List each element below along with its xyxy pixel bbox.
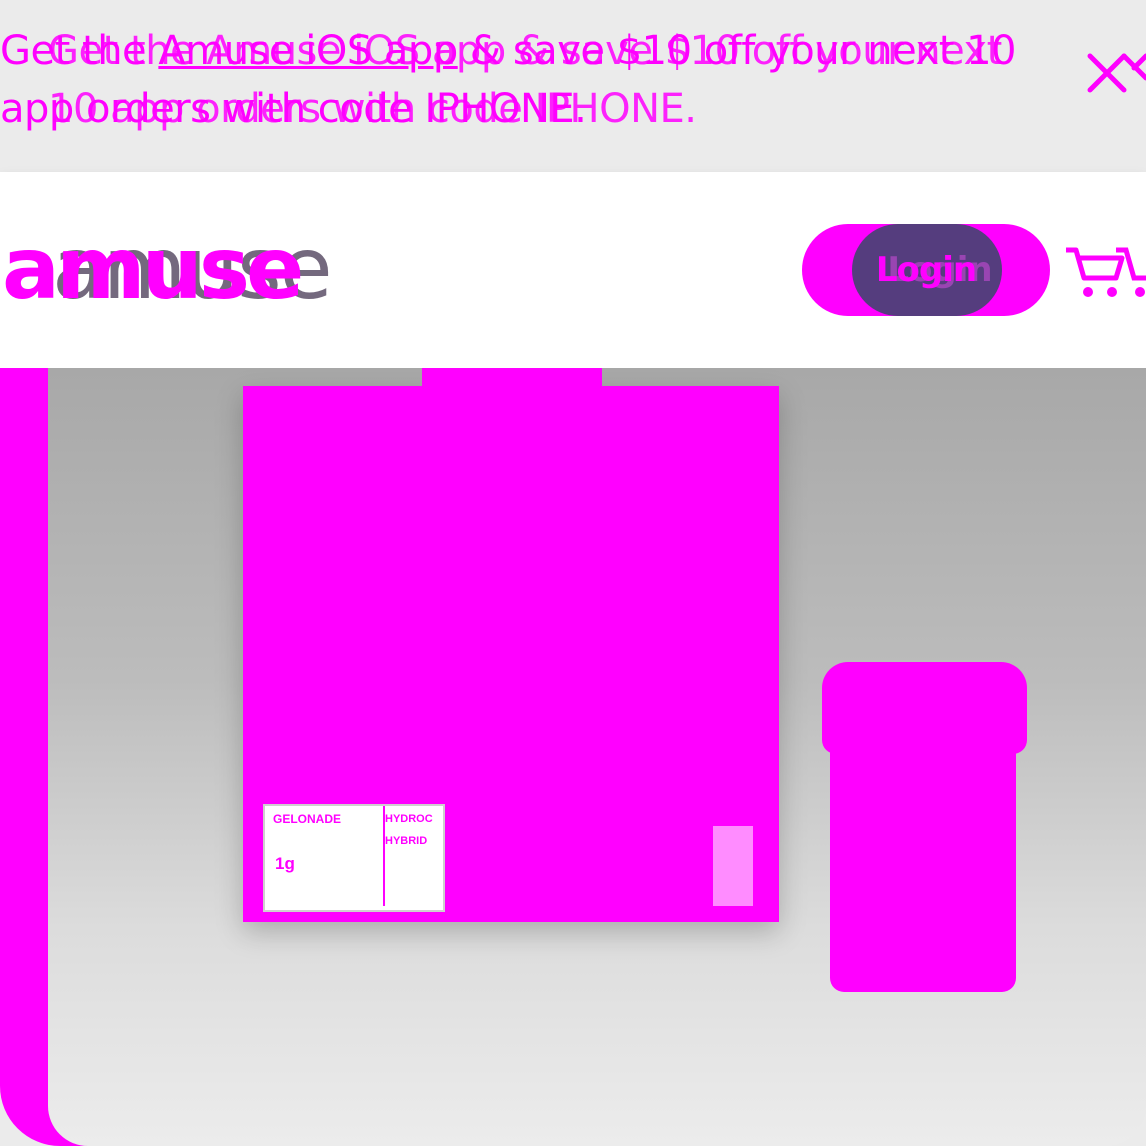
package-brand: GELONADE bbox=[273, 812, 342, 826]
package-hang-tab bbox=[422, 368, 602, 388]
product-hero: GELONADE 1g HYDROC HYBRID bbox=[0, 368, 1146, 1146]
jar-lid bbox=[822, 662, 1027, 754]
promo-message-echo: Get the Amuse iOS app & save $10 off you… bbox=[48, 28, 1002, 132]
package-type: HYDROC HYBRID bbox=[385, 808, 457, 852]
product-jar bbox=[822, 662, 1027, 992]
product-package: GELONADE 1g HYDROC HYBRID bbox=[243, 386, 779, 922]
amuse-logo[interactable]: amuse amuse bbox=[0, 224, 360, 314]
close-banner-button[interactable] bbox=[1084, 50, 1146, 112]
promo-banner: Get the Amuse iOS app & save $10 off you… bbox=[0, 0, 1146, 172]
cart-icon bbox=[1066, 247, 1146, 297]
package-label: GELONADE 1g HYDROC HYBRID bbox=[263, 804, 445, 912]
jar-body bbox=[830, 744, 1016, 992]
page: Get the Amuse iOS app & save $10 off you… bbox=[0, 0, 1146, 1146]
package-weight: 1g bbox=[275, 854, 295, 873]
package-corner-label bbox=[713, 826, 753, 906]
login-button[interactable]: Login Login bbox=[802, 224, 1050, 316]
close-icon bbox=[1087, 53, 1146, 93]
login-label: Login bbox=[875, 250, 977, 290]
promo-message: Get the Amuse iOS app & save $10 off you… bbox=[0, 22, 1040, 138]
cart-button[interactable] bbox=[1064, 244, 1146, 302]
logo-text: amuse bbox=[2, 219, 304, 319]
package-type-line-2: HYBRID bbox=[385, 835, 428, 847]
site-header: amuse amuse Login Login bbox=[0, 172, 1146, 368]
package-type-line-1: HYDROC bbox=[385, 813, 433, 825]
product-image[interactable]: GELONADE 1g HYDROC HYBRID bbox=[48, 368, 1146, 1146]
